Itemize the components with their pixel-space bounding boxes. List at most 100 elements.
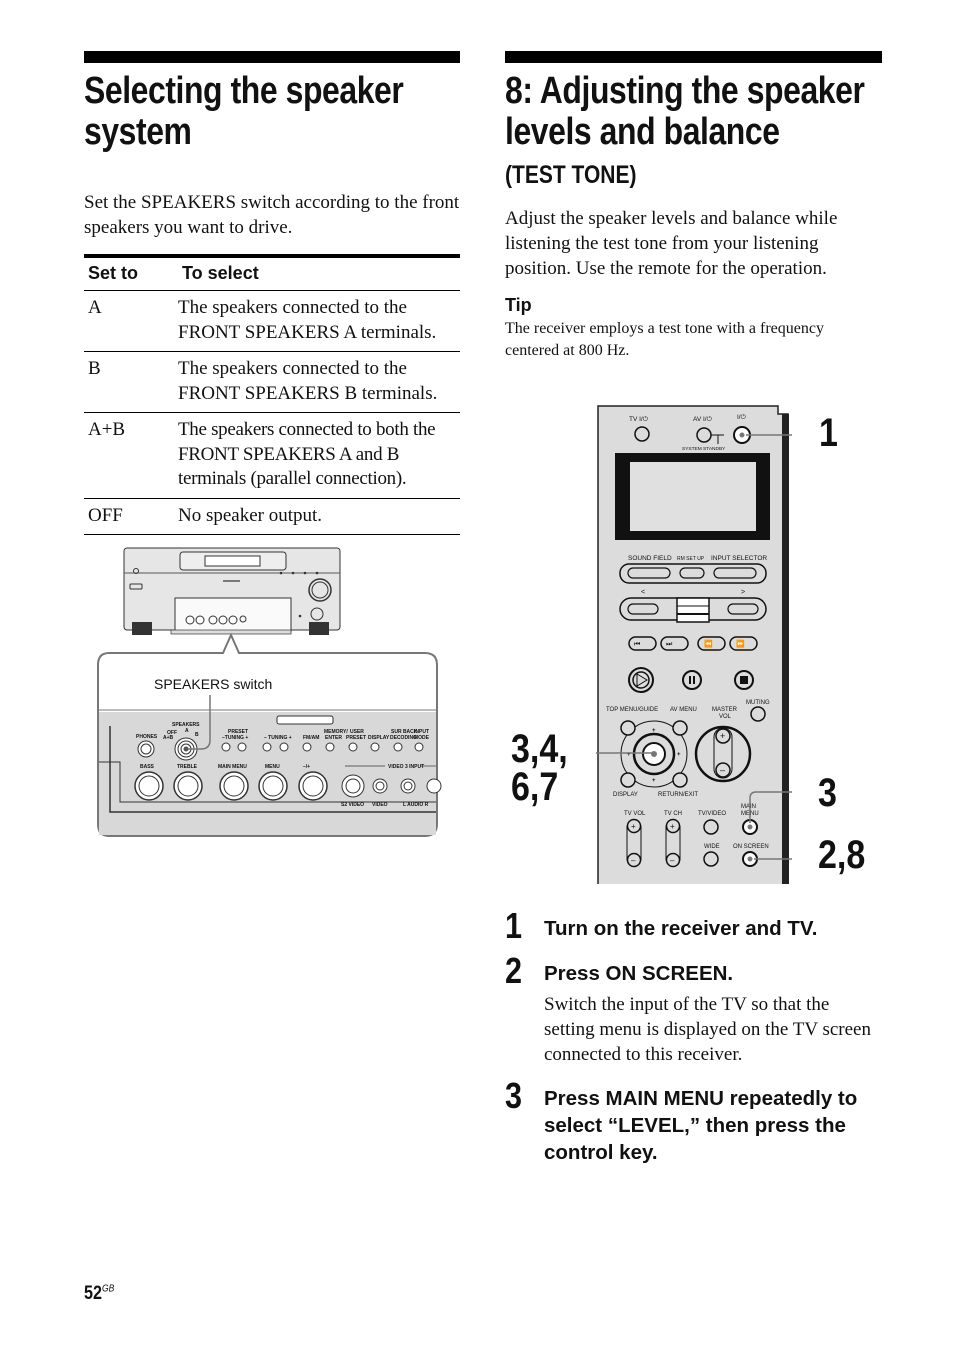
table-cell-to-select: The speakers connected to the FRONT SPEA… [178, 351, 460, 413]
label-main-menu: MAIN MENU [218, 764, 247, 770]
label-right: > [741, 589, 745, 596]
left-section: Selecting the speaker system Set the SPE… [84, 51, 460, 535]
label-wide: WIDE [704, 844, 720, 850]
label-treble: TREBLE [177, 764, 198, 770]
table-header-set-to: Set to [84, 256, 178, 291]
rewind-icon: ⏪ [704, 639, 713, 648]
label-video3-input: VIDEO 3 INPUT [388, 764, 424, 770]
callout-step-3: 3 [818, 771, 837, 815]
callout-steps-6-7: 6,7 [511, 765, 559, 809]
label-minus-plus: –/+ [303, 764, 310, 770]
table-cell-set-to: B [84, 351, 178, 413]
label-tv-power: TV I/⏻ [629, 416, 648, 423]
page-number: 52GB [84, 1283, 114, 1305]
label-muting: MUTING [746, 700, 770, 706]
step-title: Press ON SCREEN. [544, 962, 734, 985]
stop-icon [740, 676, 748, 684]
remote-illustration: TV I/⏻ AV I/⏻ I/⏻ SYSTEM STANDBY SOUND F… [596, 405, 792, 884]
step-number: 2 [505, 950, 523, 991]
label-rm-setup: RM SET UP [677, 556, 705, 562]
label-phones: PHONES [136, 734, 158, 740]
plus-icon: + [720, 731, 725, 741]
label-mode: MODE [414, 735, 430, 741]
step-title: Turn on the receiver and TV. [544, 917, 818, 940]
svg-text:+: + [677, 752, 681, 758]
page-region: GB [101, 1283, 115, 1295]
label-tuning: – TUNING + [264, 735, 292, 741]
label-display: DISPLAY [368, 735, 390, 741]
label-display: DISPLAY [613, 792, 638, 798]
label-user-preset: PRESET [346, 735, 366, 741]
label-input-selector: INPUT SELECTOR [711, 555, 767, 562]
section-subtitle: (TEST TONE) [505, 161, 637, 189]
section-title-line1: 8: Adjusting the speaker [505, 70, 865, 112]
label-preset-tuning: –TUNING + [222, 735, 248, 741]
label-vol: VOL [719, 714, 732, 720]
table-row: B The speakers connected to the FRONT SP… [84, 351, 460, 413]
section-intro: Adjust the speaker levels and balance wh… [505, 208, 838, 279]
label-sound-field: SOUND FIELD [628, 555, 672, 562]
label-ab: A+B [163, 735, 174, 741]
steps-list: 1 Turn on the receiver and TV. 2 Press O… [505, 908, 882, 1178]
label-on-screen: ON SCREEN [733, 844, 769, 850]
table-cell-set-to: A+B [84, 412, 178, 499]
table-cell-set-to: A [84, 290, 178, 352]
table-cell-to-select: The speakers connected to the FRONT SPEA… [178, 290, 460, 352]
next-track-icon: ⏭ [666, 641, 673, 648]
callout-steps-2-8: 2,8 [818, 833, 866, 877]
display-button[interactable] [620, 772, 636, 788]
label-enter: ENTER [325, 735, 342, 741]
fast-forward-icon: ⏩ [736, 639, 745, 648]
table-cell-set-to: OFF [84, 498, 178, 535]
section-title: Selecting the speaker system [84, 71, 460, 155]
svg-text:+: + [652, 778, 656, 784]
speaker-settings-table: Set to To select A The speakers connecte… [84, 254, 460, 535]
table-header-row: Set to To select [84, 256, 460, 291]
step-number: 3 [505, 1075, 523, 1116]
callout-step-1: 1 [819, 411, 838, 455]
section-rule [84, 51, 460, 63]
section-title-line2: system [84, 111, 192, 153]
table-header-to-select: To select [178, 256, 460, 291]
label-fmam: FM/AM [303, 735, 319, 741]
label-main: MAIN [741, 804, 756, 810]
label-power: I/⏻ [737, 414, 746, 421]
label-s2video: S2 VIDEO [341, 802, 364, 808]
step-body: Switch the input of the TV so that the s… [544, 994, 871, 1065]
label-left: < [641, 589, 645, 596]
label-tv-ch: TV CH [664, 811, 682, 817]
right-section: 8: Adjusting the speaker levels and bala… [505, 51, 882, 362]
label-b: B [195, 732, 199, 738]
speakers-switch-label: SPEAKERS switch [154, 676, 272, 692]
label-system-standby: SYSTEM STANDBY [682, 446, 726, 452]
label-tv-vol: TV VOL [624, 811, 646, 817]
minus-icon: – [720, 765, 725, 775]
av-menu-button[interactable] [672, 720, 688, 736]
section-title-line1: Selecting the speaker [84, 70, 404, 112]
step-title: Press MAIN MENU repeatedly to select “LE… [544, 1087, 858, 1164]
table-row: A The speakers connected to the FRONT SP… [84, 290, 460, 352]
label-bass: BASS [140, 764, 155, 770]
return-exit-button[interactable] [672, 772, 688, 788]
label-av-power: AV I/⏻ [693, 416, 712, 423]
label-audio: L AUDIO R [403, 802, 429, 808]
top-menu-button[interactable] [620, 720, 636, 736]
label-return-exit: RETURN/EXIT [658, 792, 698, 798]
section-rule [505, 51, 882, 63]
table-cell-to-select: The speakers connected to both the FRONT… [178, 412, 460, 499]
table-cell-to-select: No speaker output. [178, 498, 460, 535]
label-decoding: DECODING [390, 735, 417, 741]
label-master: MASTER [712, 707, 738, 713]
section-intro: Set the SPEAKERS switch according to the… [84, 192, 460, 238]
label-menu: MENU [265, 764, 280, 770]
label-tv-video: TV/VIDEO [698, 811, 726, 817]
svg-text:–: – [631, 856, 636, 865]
label-video: VIDEO [372, 802, 388, 808]
step-number: 1 [505, 905, 523, 946]
label-a: A [185, 728, 189, 734]
receiver-front-body [123, 547, 341, 635]
tip-title: Tip [505, 295, 532, 315]
section-title: 8: Adjusting the speaker levels and bala… [505, 71, 882, 155]
tip-text: The receiver employs a test tone with a … [505, 320, 824, 359]
svg-text:+: + [670, 822, 675, 831]
